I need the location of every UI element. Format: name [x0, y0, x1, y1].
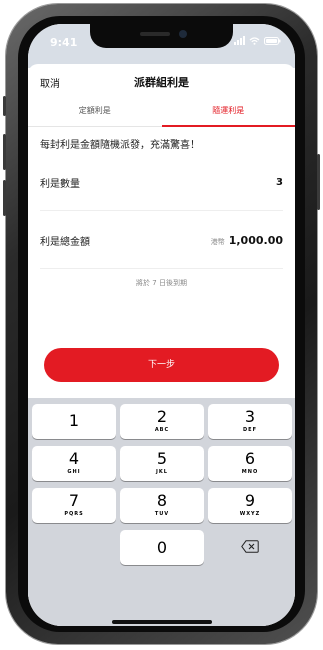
front-camera: [179, 30, 187, 38]
key-9[interactable]: 9 WXYZ: [208, 488, 292, 523]
power-button: [317, 154, 320, 210]
key-8[interactable]: 8 TUV: [120, 488, 204, 523]
page: 9:41 取消 派群組利是 定額利是 隨運利是 每封利是金額隨機派發，充滿驚喜！…: [0, 0, 323, 650]
tab-random-amount[interactable]: 隨運利是: [161, 98, 296, 127]
backspace-icon: [241, 538, 259, 557]
page-title: 派群組利是: [134, 76, 189, 89]
total-amount-label: 利是總金額: [40, 236, 90, 248]
notch: [90, 24, 233, 48]
battery-icon: [264, 36, 281, 45]
key-7[interactable]: 7 PQRS: [32, 488, 116, 523]
volume-down-button: [3, 180, 6, 216]
delete-key[interactable]: [208, 530, 292, 565]
total-amount-value[interactable]: 1,000.00: [229, 234, 283, 247]
expiry-note: 將於 7 日後到期: [136, 279, 187, 287]
key-5[interactable]: 5 JKL: [120, 446, 204, 481]
red-packet-sheet: 取消 派群組利是 定額利是 隨運利是 每封利是金額隨機派發，充滿驚喜！ 利是數量…: [28, 64, 295, 626]
home-indicator[interactable]: [112, 620, 212, 624]
wifi-icon: [249, 36, 260, 45]
key-1[interactable]: 1: [32, 404, 116, 439]
status-icons: [234, 36, 281, 45]
status-time: 9:41: [50, 36, 78, 49]
status-bar: 9:41: [28, 24, 295, 68]
divider: [40, 268, 283, 269]
quantity-value[interactable]: 3: [276, 177, 283, 188]
volume-up-button: [3, 134, 6, 170]
key-4[interactable]: 4 GHI: [32, 446, 116, 481]
key-6[interactable]: 6 MNO: [208, 446, 292, 481]
tab-fixed-amount[interactable]: 定額利是: [28, 98, 162, 126]
speaker-grille: [140, 32, 170, 36]
nav-bar: 取消 派群組利是: [28, 64, 295, 98]
phone-screen: 9:41 取消 派群組利是 定額利是 隨運利是 每封利是金額隨機派發，充滿驚喜！…: [28, 24, 295, 626]
key-2[interactable]: 2 ABC: [120, 404, 204, 439]
currency-label: 港幣: [210, 237, 225, 246]
total-amount-row[interactable]: 利是總金額 港幣 1,000.00: [40, 230, 283, 250]
key-3[interactable]: 3 DEF: [208, 404, 292, 439]
total-amount-value-group[interactable]: 港幣 1,000.00: [211, 234, 283, 247]
quantity-row[interactable]: 利是數量 3: [40, 172, 283, 192]
cellular-signal-icon: [234, 36, 245, 45]
tab-bar: 定額利是 隨運利是: [28, 98, 295, 127]
divider: [40, 210, 283, 211]
numeric-keypad: 1 2 ABC 3 DEF 4 GHI 5 JKL 6 MNO 7 PQRS 8…: [28, 398, 295, 626]
key-0[interactable]: 0: [120, 530, 204, 565]
description-text: 每封利是金額隨機派發，充滿驚喜！: [40, 140, 200, 151]
next-button[interactable]: 下一步: [44, 348, 279, 382]
quantity-label: 利是數量: [40, 178, 80, 190]
silent-switch: [3, 96, 6, 116]
